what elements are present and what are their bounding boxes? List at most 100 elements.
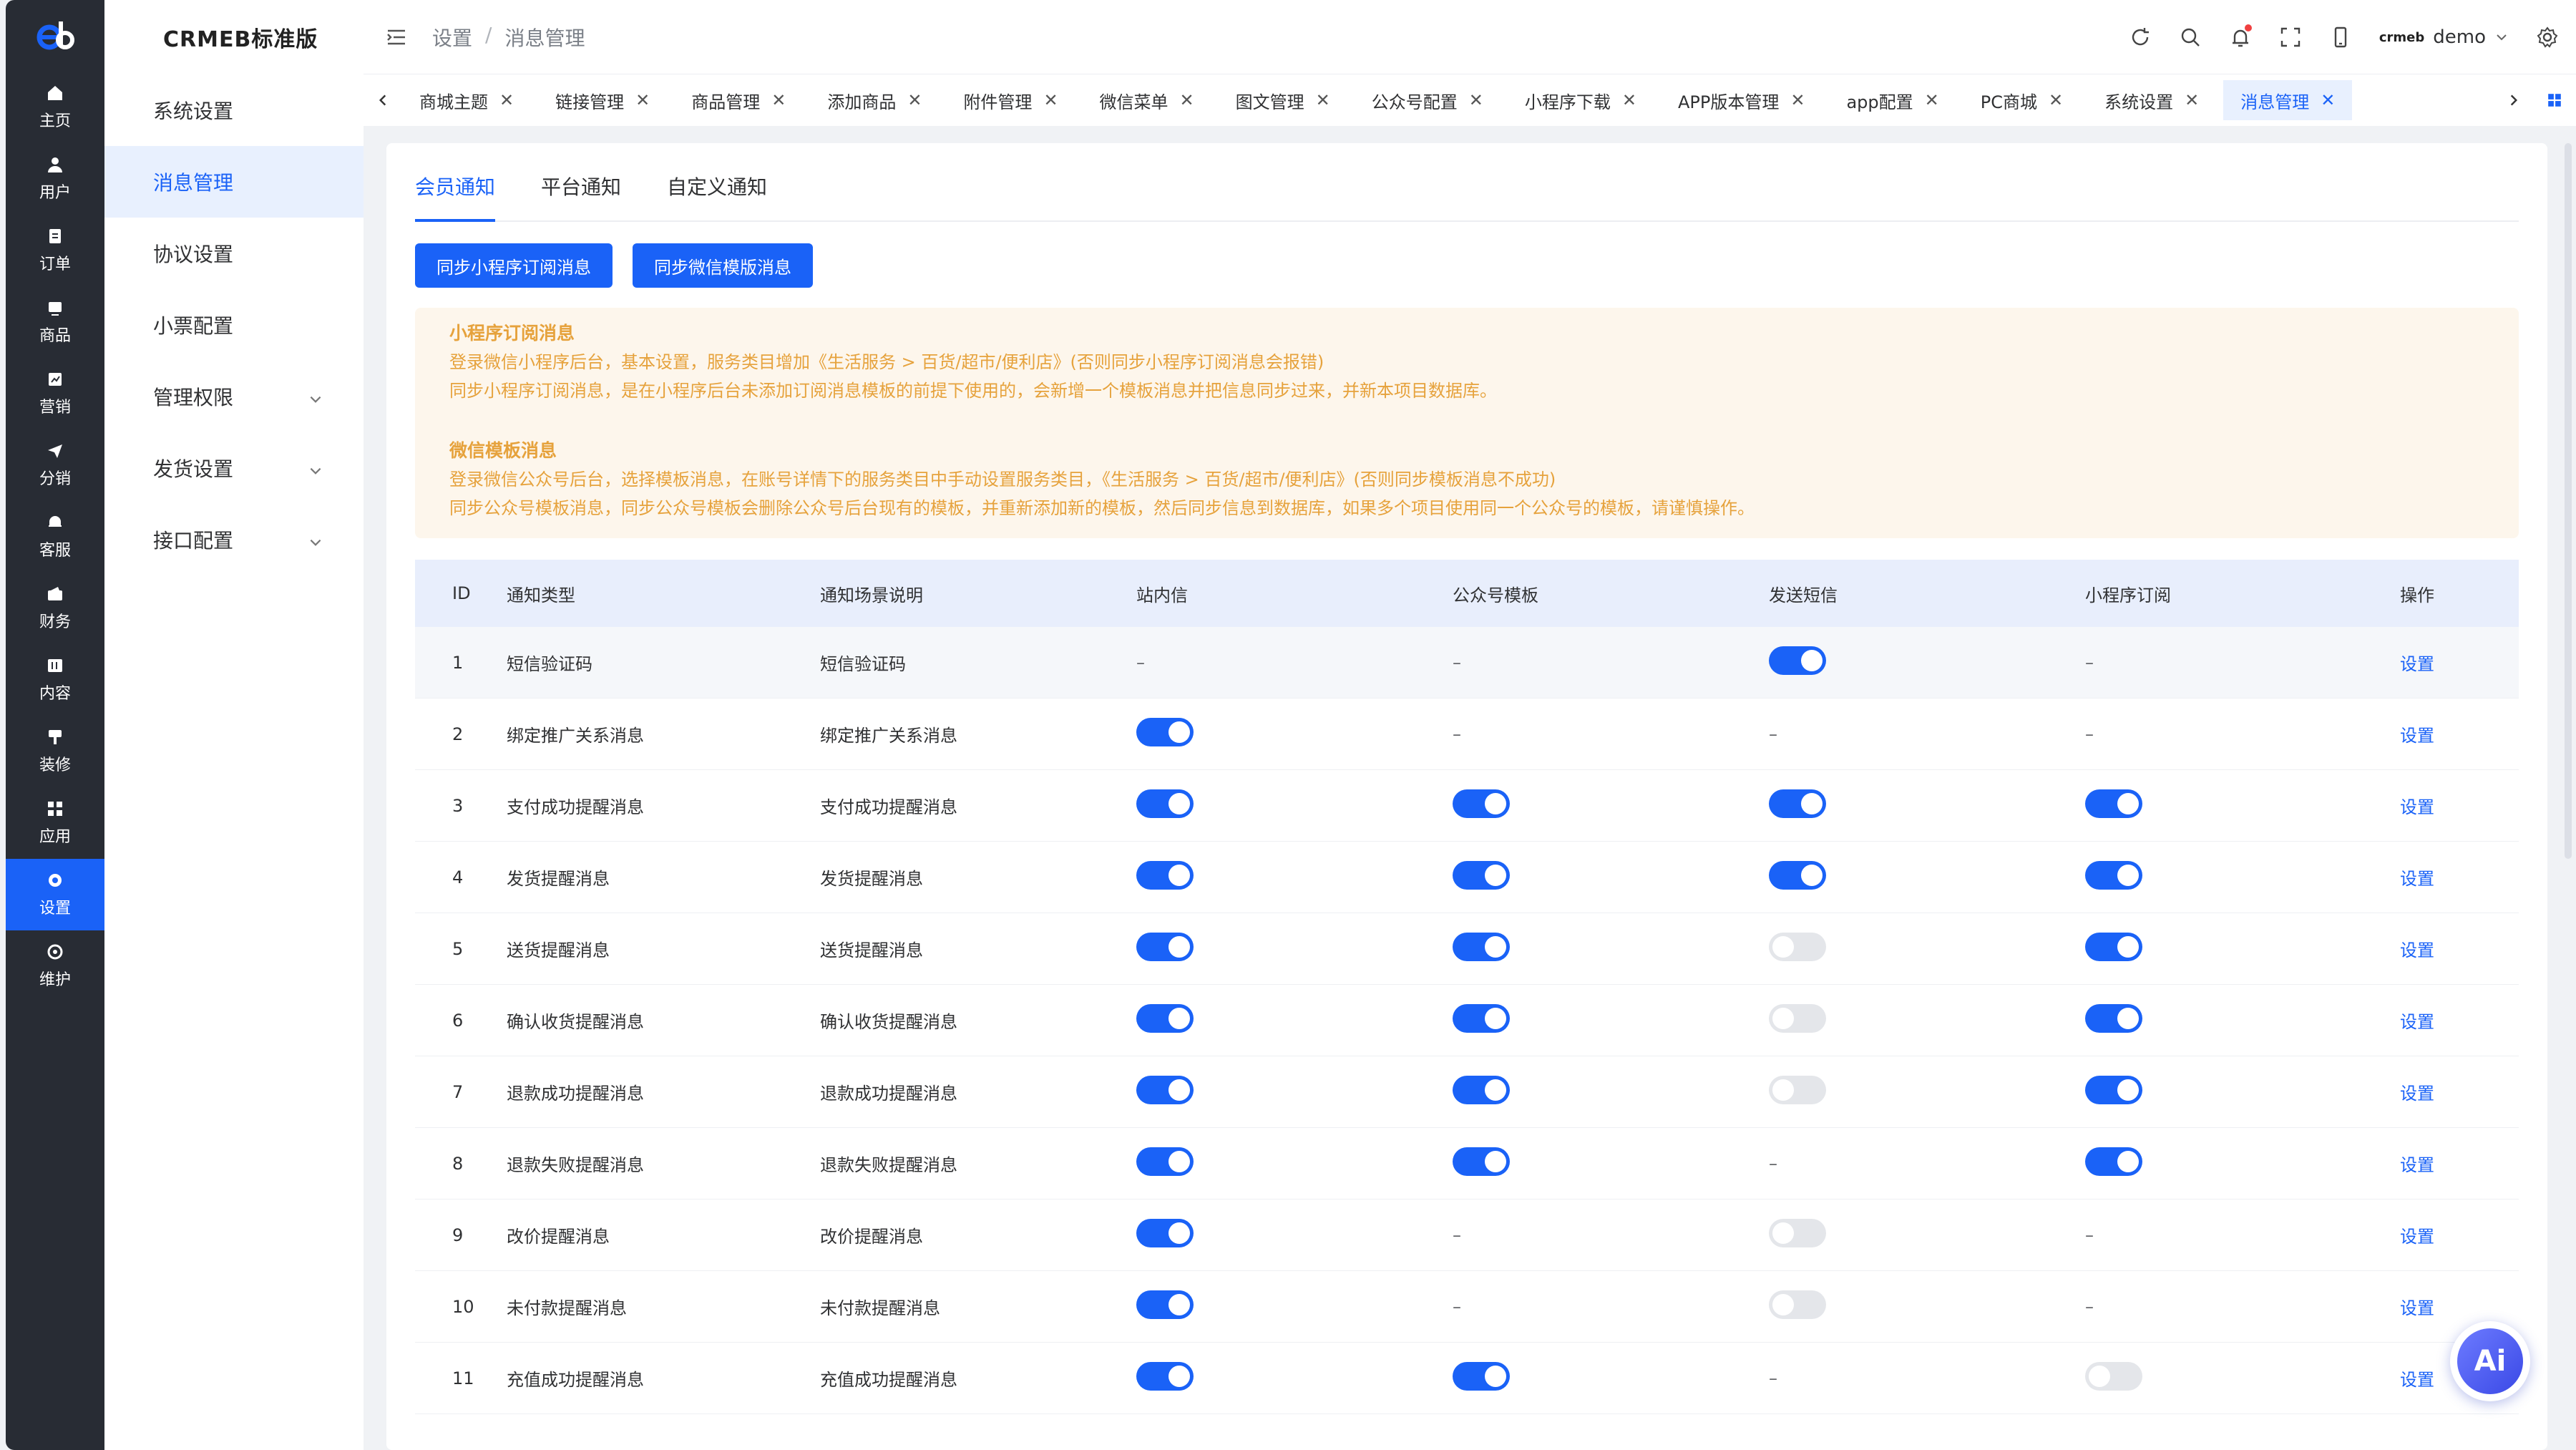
toggle-switch-mp[interactable] bbox=[1453, 860, 1510, 890]
toggle-switch-site[interactable] bbox=[1136, 789, 1194, 818]
toggle-switch-sms[interactable] bbox=[1769, 1075, 1826, 1104]
page-tab[interactable]: 图文管理 ✕ bbox=[1219, 80, 1347, 120]
settings-link[interactable]: 设置 bbox=[2400, 1155, 2434, 1175]
sidebar-item-4[interactable]: 小票配置 bbox=[104, 289, 364, 361]
sync-wechat-template-button[interactable]: 同步微信模版消息 bbox=[633, 243, 813, 288]
subtab-1[interactable]: 会员通知 bbox=[415, 172, 496, 222]
page-tab[interactable]: app配置 ✕ bbox=[1829, 80, 1956, 120]
toggle-switch-site[interactable] bbox=[1136, 1003, 1194, 1033]
settings-link[interactable]: 设置 bbox=[2400, 654, 2434, 674]
toggle-switch-site[interactable] bbox=[1136, 1218, 1194, 1247]
user-menu[interactable]: crmeb demo bbox=[2379, 26, 2509, 48]
ai-assistant-button[interactable]: Ai bbox=[2450, 1321, 2530, 1401]
page-tab[interactable]: 商城主题 ✕ bbox=[402, 80, 531, 120]
close-icon[interactable]: ✕ bbox=[1469, 90, 1483, 110]
toggle-switch-sms[interactable] bbox=[1769, 789, 1826, 818]
tabs-scroll-right[interactable] bbox=[2494, 74, 2533, 126]
toggle-switch-mini[interactable] bbox=[2085, 789, 2142, 818]
sidebar-item-7[interactable]: 接口配置 bbox=[104, 504, 364, 575]
settings-gear-icon[interactable] bbox=[2536, 26, 2559, 49]
mobile-icon[interactable] bbox=[2329, 26, 2352, 49]
close-icon[interactable]: ✕ bbox=[771, 90, 786, 110]
sidebar-item-2[interactable]: 消息管理 bbox=[104, 146, 364, 218]
toggle-switch-site[interactable] bbox=[1136, 1147, 1194, 1176]
sidebar-item-1[interactable]: 系统设置 bbox=[104, 74, 364, 146]
toggle-switch-sms[interactable] bbox=[1769, 1218, 1826, 1247]
settings-link[interactable]: 设置 bbox=[2400, 1370, 2434, 1390]
toggle-switch-mp[interactable] bbox=[1453, 932, 1510, 961]
sidebar-item-5[interactable]: 管理权限 bbox=[104, 361, 364, 432]
page-tab[interactable]: 系统设置 ✕ bbox=[2087, 80, 2216, 120]
page-tab[interactable]: PC商城 ✕ bbox=[1963, 80, 2080, 120]
toggle-switch-sms[interactable] bbox=[1769, 932, 1826, 961]
page-tab[interactable]: 小程序下载 ✕ bbox=[1508, 80, 1654, 120]
toggle-switch-site[interactable] bbox=[1136, 717, 1194, 746]
toggle-switch-sms[interactable] bbox=[1769, 1290, 1826, 1319]
rail-item-user[interactable]: 用户 bbox=[6, 143, 104, 215]
toggle-switch-sms[interactable] bbox=[1769, 1003, 1826, 1033]
rail-item-decorate[interactable]: 装修 bbox=[6, 716, 104, 787]
toggle-switch-mini[interactable] bbox=[2085, 1147, 2142, 1176]
page-tab[interactable]: 添加商品 ✕ bbox=[810, 80, 939, 120]
rail-item-marketing[interactable]: 营销 bbox=[6, 358, 104, 429]
page-tab[interactable]: APP版本管理 ✕ bbox=[1661, 80, 1822, 120]
sidebar-item-3[interactable]: 协议设置 bbox=[104, 218, 364, 289]
toggle-switch-site[interactable] bbox=[1136, 860, 1194, 890]
page-tab[interactable]: 商品管理 ✕ bbox=[674, 80, 803, 120]
toggle-switch-site[interactable] bbox=[1136, 1075, 1194, 1104]
toggle-switch-mp[interactable] bbox=[1453, 1075, 1510, 1104]
toggle-switch-site[interactable] bbox=[1136, 1290, 1194, 1319]
rail-item-apps[interactable]: 应用 bbox=[6, 787, 104, 859]
settings-link[interactable]: 设置 bbox=[2400, 797, 2434, 817]
rail-item-finance[interactable]: 财务 bbox=[6, 573, 104, 644]
settings-link[interactable]: 设置 bbox=[2400, 1084, 2434, 1104]
rail-item-maintain[interactable]: 维护 bbox=[6, 930, 104, 1002]
toggle-switch-sms[interactable] bbox=[1769, 860, 1826, 890]
close-icon[interactable]: ✕ bbox=[1622, 90, 1636, 110]
settings-link[interactable]: 设置 bbox=[2400, 1012, 2434, 1032]
subtab-3[interactable]: 自定义通知 bbox=[667, 172, 767, 222]
toggle-switch-mp[interactable] bbox=[1453, 1003, 1510, 1033]
refresh-icon[interactable] bbox=[2129, 26, 2152, 49]
page-tab[interactable]: 微信菜单 ✕ bbox=[1083, 80, 1211, 120]
search-icon[interactable] bbox=[2179, 26, 2202, 49]
breadcrumb-item-settings[interactable]: 设置 bbox=[432, 23, 472, 52]
rail-item-content[interactable]: 内容 bbox=[6, 644, 104, 716]
toggle-switch-mini[interactable] bbox=[2085, 932, 2142, 961]
close-icon[interactable]: ✕ bbox=[499, 90, 514, 110]
subtab-2[interactable]: 平台通知 bbox=[541, 172, 621, 222]
toggle-switch-site[interactable] bbox=[1136, 932, 1194, 961]
close-icon[interactable]: ✕ bbox=[2185, 90, 2199, 110]
toggle-switch-mini[interactable] bbox=[2085, 860, 2142, 890]
settings-link[interactable]: 设置 bbox=[2400, 726, 2434, 746]
toggle-switch-sms[interactable] bbox=[1769, 646, 1826, 675]
close-icon[interactable]: ✕ bbox=[2049, 90, 2063, 110]
close-icon[interactable]: ✕ bbox=[1790, 90, 1805, 110]
page-tab[interactable]: 消息管理 ✕ bbox=[2223, 80, 2353, 120]
close-icon[interactable]: ✕ bbox=[1043, 90, 1058, 110]
rail-item-service[interactable]: 客服 bbox=[6, 501, 104, 573]
toggle-switch-mp[interactable] bbox=[1453, 789, 1510, 818]
fullscreen-icon[interactable] bbox=[2279, 26, 2302, 49]
notification-bell[interactable] bbox=[2229, 24, 2252, 49]
toggle-switch-mini[interactable] bbox=[2085, 1003, 2142, 1033]
page-scrollbar[interactable] bbox=[2565, 143, 2572, 859]
close-icon[interactable]: ✕ bbox=[1180, 90, 1194, 110]
tabs-scroll-left[interactable] bbox=[364, 74, 402, 126]
toggle-switch-site[interactable] bbox=[1136, 1361, 1194, 1391]
page-tab[interactable]: 公众号配置 ✕ bbox=[1355, 80, 1501, 120]
close-icon[interactable]: ✕ bbox=[1925, 90, 1939, 110]
toggle-switch-mp[interactable] bbox=[1453, 1147, 1510, 1176]
collapse-menu-icon[interactable] bbox=[385, 26, 408, 49]
sync-mini-program-button[interactable]: 同步小程序订阅消息 bbox=[415, 243, 613, 288]
close-icon[interactable]: ✕ bbox=[907, 90, 922, 110]
settings-link[interactable]: 设置 bbox=[2400, 1298, 2434, 1318]
close-icon[interactable]: ✕ bbox=[1316, 90, 1330, 110]
tabs-menu[interactable] bbox=[2533, 92, 2576, 108]
settings-link[interactable]: 设置 bbox=[2400, 940, 2434, 960]
rail-item-product[interactable]: 商品 bbox=[6, 286, 104, 358]
rail-item-distribution[interactable]: 分销 bbox=[6, 429, 104, 501]
toggle-switch-mp[interactable] bbox=[1453, 1361, 1510, 1391]
page-tab[interactable]: 链接管理 ✕ bbox=[538, 80, 667, 120]
rail-item-home[interactable]: 主页 bbox=[6, 72, 104, 143]
